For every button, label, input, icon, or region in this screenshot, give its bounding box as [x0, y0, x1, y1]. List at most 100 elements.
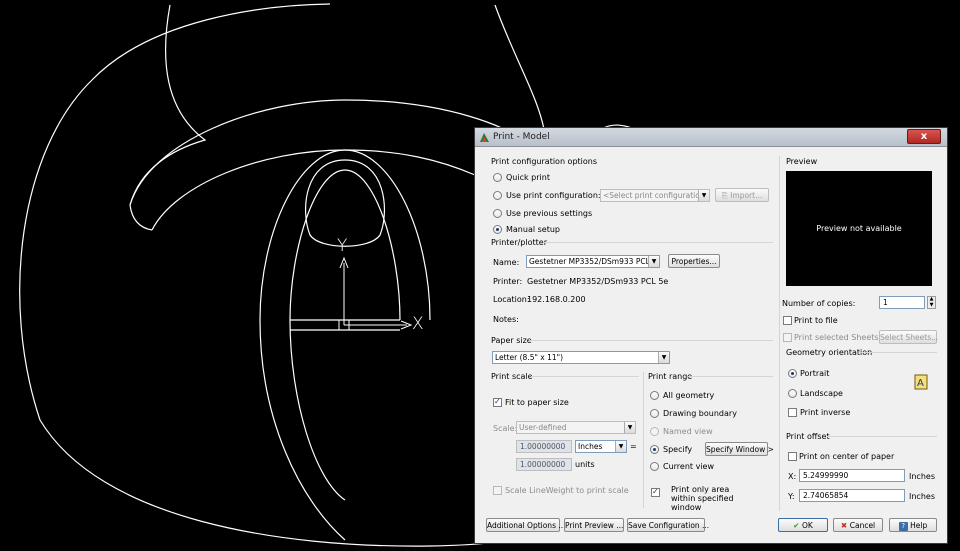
ok-label: OK	[802, 521, 813, 530]
named-view-radio[interactable]	[650, 427, 659, 436]
scale-units-label: units	[575, 460, 595, 469]
scale-unit-value: Inches	[578, 442, 603, 451]
ok-button[interactable]: ✔ OK	[778, 518, 828, 532]
scale-divider	[531, 376, 639, 377]
select-sheets-button[interactable]: Select Sheets...	[879, 330, 938, 344]
drawing-boundary-radio[interactable]	[650, 409, 659, 418]
use-previous-radio[interactable]	[493, 209, 502, 218]
ucs-x-label: X	[412, 314, 424, 334]
location-label: Location:	[493, 295, 530, 304]
scale-inches-input[interactable]: 1.00000000	[516, 440, 572, 453]
location-value: 192.168.0.200	[527, 295, 586, 304]
dialog-titlebar[interactable]: Print - Model x	[475, 128, 947, 147]
range-divider	[688, 376, 773, 377]
offset-x-unit: Inches	[909, 472, 935, 481]
offset-y-input[interactable]: 2.74065854	[799, 489, 905, 502]
chevron-down-icon: ▼	[624, 422, 635, 433]
config-group-title: Print configuration options	[491, 157, 598, 166]
ucs-y-label: Y	[337, 236, 348, 256]
printer-properties-button[interactable]: Properties...	[668, 254, 720, 268]
quick-print-label: Quick print	[506, 173, 550, 182]
help-label: Help	[910, 521, 928, 530]
manual-setup-radio[interactable]	[493, 225, 502, 234]
paper-size-value: Letter (8.5" x 11")	[495, 353, 564, 362]
range-group-title: Print range	[648, 372, 693, 381]
copies-input[interactable]: 1	[879, 296, 925, 309]
use-config-radio[interactable]	[493, 191, 502, 200]
print-dialog: Print - Model x Print configuration opti…	[474, 127, 948, 544]
paper-divider	[529, 340, 773, 341]
copies-spinner[interactable]: ▲ ▼	[927, 296, 936, 309]
quick-print-radio[interactable]	[493, 173, 502, 182]
cancel-button[interactable]: ✖ Cancel	[833, 518, 883, 532]
scale-select[interactable]: User-defined ▼	[516, 421, 636, 434]
print-config-select[interactable]: <Select print configuration> ▼	[600, 189, 710, 202]
preview-message: Preview not available	[816, 224, 902, 233]
specify-label: Specify	[663, 445, 693, 454]
specify-window-button[interactable]: Specify Window >	[705, 442, 774, 456]
close-button[interactable]: x	[907, 129, 941, 144]
save-configuration-button[interactable]: Save Configuration ...	[627, 518, 709, 532]
chevron-down-icon: ▼	[658, 352, 669, 363]
print-only-area-checkbox[interactable]	[651, 487, 660, 497]
chevron-down-icon: ▼	[648, 256, 659, 267]
use-previous-label: Use previous settings	[506, 209, 593, 218]
checkmark-icon: ✔	[793, 521, 803, 530]
drawing-boundary-label: Drawing boundary	[663, 409, 737, 418]
print-center-checkbox[interactable]	[788, 452, 797, 461]
current-view-radio[interactable]	[650, 462, 659, 471]
additional-options-button[interactable]: Additional Options ...	[486, 518, 566, 532]
printer-name-label: Name:	[493, 258, 520, 267]
paper-group-title: Paper size	[491, 336, 532, 345]
right-panel-divider	[779, 156, 780, 511]
scale-lineweight-label: Scale LineWeight to print scale	[505, 486, 629, 495]
portrait-radio[interactable]	[788, 369, 797, 378]
printer-group-title: Printer/plotter	[491, 238, 547, 247]
orientation-icon: A	[914, 374, 928, 390]
print-selected-sheets-checkbox[interactable]	[783, 333, 792, 342]
printer-divider	[543, 242, 773, 243]
print-inverse-checkbox[interactable]	[788, 408, 797, 417]
manual-setup-label: Manual setup	[506, 225, 560, 234]
scale-unit-select[interactable]: Inches ▼	[575, 440, 627, 453]
print-selected-sheets-label: Print selected Sheets	[794, 333, 879, 342]
current-view-label: Current view	[663, 462, 715, 471]
dialog-title: Print - Model	[493, 132, 550, 142]
paper-size-select[interactable]: Letter (8.5" x 11") ▼	[492, 351, 670, 364]
printer-value: Gestetner MP3352/DSm933 PCL 5e	[527, 277, 669, 286]
printer-name-value: Gestetner MP3352/DSm933 PCL 5e	[529, 257, 660, 266]
scale-lineweight-checkbox[interactable]	[493, 486, 502, 495]
print-center-label: Print on center of paper	[799, 452, 895, 461]
printer-label: Printer:	[493, 277, 523, 286]
fit-to-paper-label: Fit to paper size	[505, 398, 569, 407]
notes-label: Notes:	[493, 315, 519, 324]
scale-group-title: Print scale	[491, 372, 533, 381]
import-button[interactable]: ⎘ Import...	[715, 188, 769, 202]
scale-label: Scale:	[493, 424, 518, 433]
spin-down-icon: ▼	[929, 301, 934, 308]
fit-to-paper-checkbox[interactable]	[493, 397, 502, 407]
offset-y-label: Y:	[788, 492, 795, 501]
scale-value: User-defined	[519, 423, 567, 432]
copies-label: Number of copies:	[782, 299, 856, 308]
print-config-select-value: <Select print configuration>	[603, 191, 710, 200]
print-preview-button[interactable]: Print Preview ...	[564, 518, 624, 532]
named-view-label: Named view	[663, 427, 713, 436]
specify-radio[interactable]	[650, 445, 659, 454]
preview-group-title: Preview	[786, 157, 818, 166]
printer-name-select[interactable]: Gestetner MP3352/DSm933 PCL 5e ▼	[526, 255, 660, 268]
print-to-file-checkbox[interactable]	[783, 316, 792, 325]
landscape-radio[interactable]	[788, 389, 797, 398]
offset-x-input[interactable]: 5.24999990	[799, 469, 905, 482]
orientation-divider	[859, 352, 937, 353]
offset-divider	[827, 436, 937, 437]
cancel-label: Cancel	[849, 521, 876, 530]
offset-x-label: X:	[788, 472, 797, 481]
print-to-file-label: Print to file	[794, 316, 838, 325]
help-button[interactable]: ? Help	[889, 518, 937, 532]
all-geometry-radio[interactable]	[650, 391, 659, 400]
offset-y-unit: Inches	[909, 492, 935, 501]
use-config-label: Use print configuration:	[506, 191, 601, 200]
scale-units-input[interactable]: 1.00000000	[516, 458, 572, 471]
help-icon: ?	[898, 522, 908, 531]
